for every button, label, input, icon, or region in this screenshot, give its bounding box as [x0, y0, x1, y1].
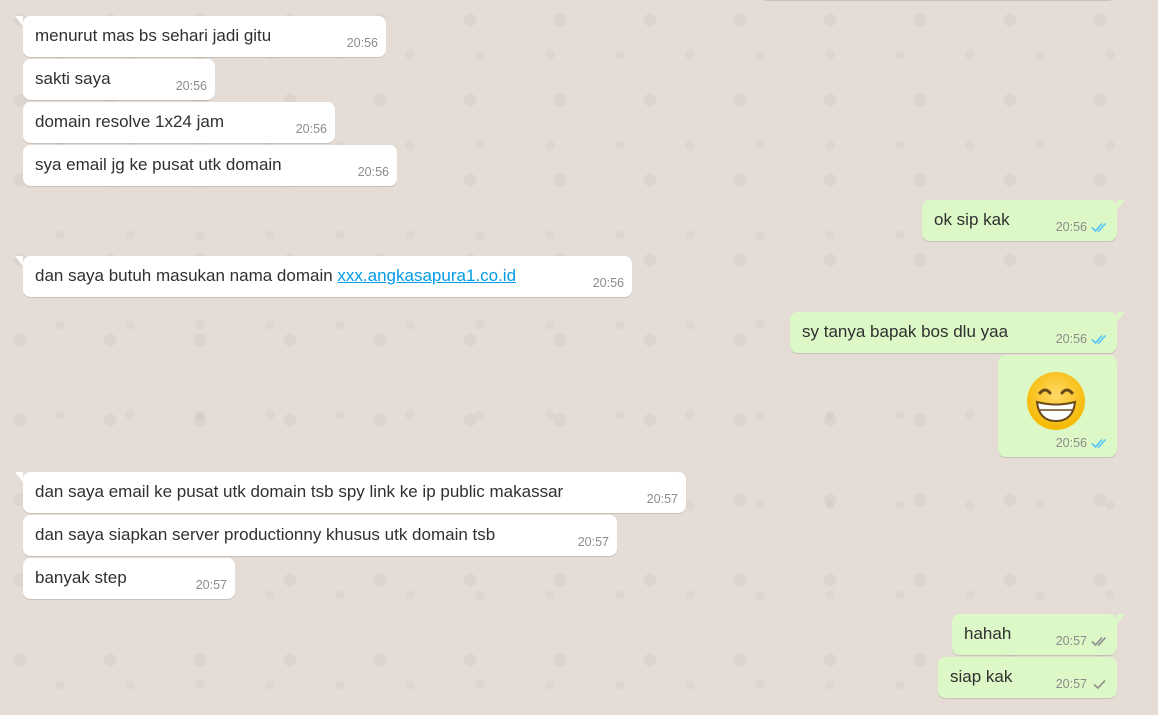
message-bubble-out[interactable]: siap kak 20:57: [938, 657, 1117, 698]
message-text: sy tanya bapak bos dlu yaa: [802, 322, 1009, 341]
message-time: 20:57: [1055, 677, 1087, 691]
double-check-read-icon: [1091, 334, 1107, 345]
message-text: menurut mas bs sehari jadi gitu: [35, 26, 272, 45]
message-time: 20:56: [346, 36, 378, 50]
message-meta: 20:57: [647, 489, 678, 509]
message-bubble-in[interactable]: dan saya email ke pusat utk domain tsb s…: [15, 472, 686, 513]
message-time: 20:57: [1055, 634, 1087, 648]
double-check-delivered-icon: [1091, 636, 1107, 647]
message-time: 20:56: [175, 79, 207, 93]
message-text: sakti saya: [35, 69, 111, 88]
message-meta: 20:56: [296, 119, 327, 139]
domain-link[interactable]: xxx.angkasapura1.co.id: [337, 266, 516, 285]
message-meta: 20:57: [1056, 674, 1109, 694]
message-meta: 20:56: [358, 162, 389, 182]
message-bubble-in[interactable]: sya email jg ke pusat utk domain 20:56: [23, 145, 397, 186]
message-time: 20:56: [592, 276, 624, 290]
message-text: ok sip kak: [934, 210, 1010, 229]
message-time: 20:56: [1055, 220, 1087, 234]
message-meta: 20:56: [1056, 217, 1109, 237]
message-text: domain resolve 1x24 jam: [35, 112, 224, 131]
message-meta: 20:57: [1056, 631, 1109, 651]
double-check-read-icon: [1091, 438, 1107, 449]
message-meta: 20:56: [593, 273, 624, 293]
message-text: sya email jg ke pusat utk domain: [35, 155, 282, 174]
double-check-read-icon: [1091, 222, 1107, 233]
message-time: 20:56: [1055, 332, 1087, 346]
message-bubble-out-emoji[interactable]: 20:56: [998, 355, 1117, 457]
message-text: banyak step: [35, 568, 127, 587]
message-time: 20:56: [1055, 436, 1087, 450]
single-check-sent-icon: [1093, 679, 1106, 690]
message-text: hahah: [964, 624, 1012, 643]
message-text: dan saya email ke pusat utk domain tsb s…: [35, 482, 564, 501]
message-meta: 20:57: [196, 575, 227, 595]
message-meta: 20:56: [176, 76, 207, 96]
message-time: 20:56: [295, 122, 327, 136]
message-bubble-in[interactable]: banyak step 20:57: [23, 558, 235, 599]
message-time: 20:56: [357, 165, 389, 179]
message-meta: 20:56: [347, 33, 378, 53]
message-bubble-in[interactable]: dan saya siapkan server productionny khu…: [23, 515, 617, 556]
message-time: 20:57: [646, 492, 678, 506]
message-text: siap kak: [950, 667, 1013, 686]
message-meta: 20:57: [578, 532, 609, 552]
message-bubble-out[interactable]: ok sip kak 20:56: [922, 200, 1125, 241]
message-text: dan saya siapkan server productionny khu…: [35, 525, 496, 544]
message-bubble-in[interactable]: domain resolve 1x24 jam 20:56: [23, 102, 335, 143]
grinning-face-emoji: [1027, 372, 1085, 430]
message-time: 20:57: [577, 535, 609, 549]
message-bubble-in[interactable]: menurut mas bs sehari jadi gitu 20:56: [15, 16, 386, 57]
message-time: 20:57: [195, 578, 227, 592]
message-meta: 20:56: [1056, 329, 1109, 349]
message-bubble-in[interactable]: dan saya butuh masukan nama domain xxx.a…: [15, 256, 632, 297]
message-bubble-out[interactable]: sy tanya bapak bos dlu yaa 20:56: [790, 312, 1125, 353]
message-bubble-in[interactable]: sakti saya 20:56: [23, 59, 215, 100]
message-text-prefix: dan saya butuh masukan nama domain: [35, 266, 338, 285]
message-meta: 20:56: [1056, 433, 1109, 453]
message-bubble-out[interactable]: hahah 20:57: [952, 614, 1125, 655]
